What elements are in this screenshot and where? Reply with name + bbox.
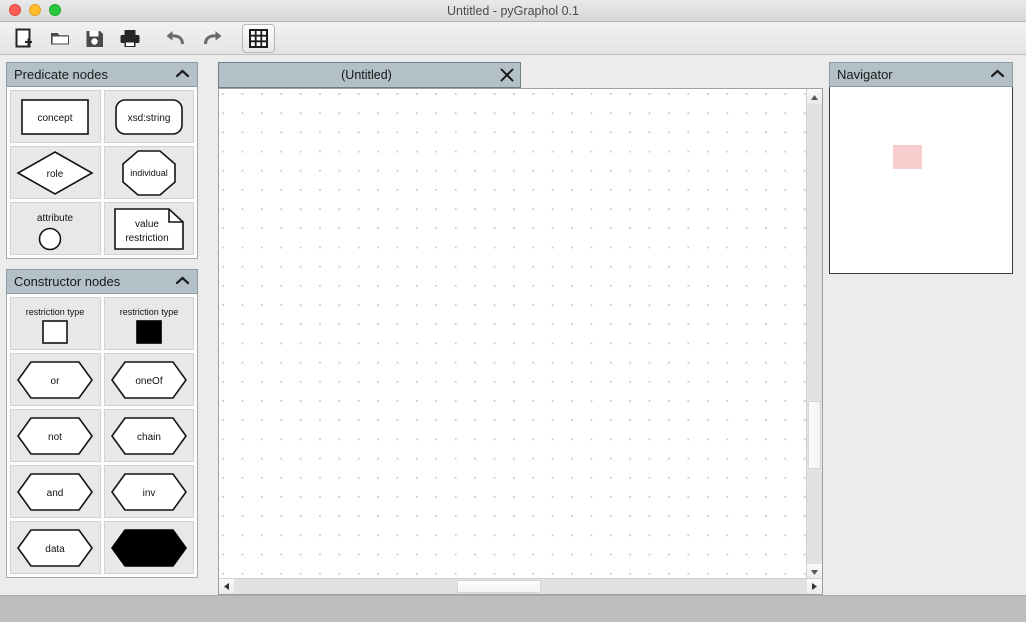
close-x-icon[interactable]	[496, 62, 518, 88]
node-label: data	[46, 544, 66, 555]
node-label: oneOf	[135, 376, 162, 387]
tab-untitled[interactable]: (Untitled)	[218, 62, 521, 88]
node-label: role	[47, 169, 64, 180]
undo-arrow-icon	[165, 29, 188, 48]
palette-node-not[interactable]: not	[10, 409, 101, 462]
save-floppy-icon	[84, 28, 105, 49]
palette-node-oneof[interactable]: oneOf	[103, 353, 194, 406]
tab-bar: (Untitled)	[218, 62, 823, 88]
status-bar	[0, 595, 1026, 622]
palette-node-attribute[interactable]: attribute	[10, 202, 101, 255]
save-button[interactable]	[78, 24, 111, 53]
horizontal-scroll-thumb[interactable]	[457, 580, 541, 593]
node-label: concept	[38, 113, 73, 124]
window-title: Untitled - pyGraphol 0.1	[446, 4, 579, 18]
panel-header-predicate-nodes[interactable]: Predicate nodes	[6, 62, 198, 87]
panel-title: Predicate nodes	[14, 67, 108, 82]
print-icon	[119, 28, 141, 49]
node-label: restriction type	[119, 307, 178, 317]
palette-node-xsd-string[interactable]: xsd:string	[103, 90, 194, 143]
triangle-up-icon	[810, 89, 819, 106]
node-label: and	[47, 488, 64, 499]
node-palette-sidebar[interactable]: Predicate nodes concept xsd:string role …	[6, 62, 198, 595]
diagram-canvas-container	[218, 88, 823, 595]
chevron-up-icon[interactable]	[175, 274, 190, 289]
diagram-canvas[interactable]	[219, 89, 807, 579]
scroll-right-button[interactable]	[807, 579, 822, 594]
undo-button[interactable]	[160, 24, 193, 53]
node-label: restriction type	[26, 307, 85, 317]
palette-node-data[interactable]: data	[10, 521, 101, 574]
node-label-line2: restriction	[125, 233, 168, 244]
print-button[interactable]	[113, 24, 146, 53]
node-label: chain	[137, 432, 161, 443]
navigator-minimap[interactable]	[829, 87, 1013, 274]
scroll-up-button[interactable]	[807, 89, 822, 104]
triangle-left-icon	[223, 578, 230, 595]
palette-node-inv[interactable]: inv	[103, 465, 194, 518]
canvas-horizontal-scrollbar[interactable]	[219, 578, 822, 594]
redo-arrow-icon	[200, 29, 223, 48]
palette-node-restriction-type-white[interactable]: restriction type	[10, 297, 101, 350]
application-window: Untitled - pyGraphol 0.1 Predicate nodes…	[0, 0, 1026, 622]
node-label: inv	[142, 488, 155, 499]
toggle-grid-button[interactable]	[242, 23, 275, 53]
palette-node-restriction-type-black[interactable]: restriction type	[103, 297, 194, 350]
redo-button[interactable]	[195, 24, 228, 53]
vertical-scroll-thumb[interactable]	[808, 401, 821, 469]
triangle-right-icon	[811, 578, 818, 595]
panel-title: Constructor nodes	[14, 274, 121, 289]
palette-node-concept[interactable]: concept	[10, 90, 101, 143]
open-folder-button[interactable]	[43, 24, 76, 53]
panel-body-constructor-nodes: restriction type restriction type or one…	[6, 294, 198, 578]
panel-navigator: Navigator	[829, 62, 1013, 274]
title-bar: Untitled - pyGraphol 0.1	[0, 0, 1026, 22]
palette-node-chain[interactable]: chain	[103, 409, 194, 462]
palette-node-and[interactable]: and	[10, 465, 101, 518]
toolbar	[0, 22, 1026, 55]
panel-constructor-nodes: Constructor nodes restriction type restr…	[6, 269, 198, 578]
palette-node-individual[interactable]: individual	[103, 146, 194, 199]
palette-node-filled-hexagon[interactable]	[103, 521, 194, 574]
grid-icon	[249, 28, 268, 48]
palette-node-value-restriction[interactable]: value restriction	[103, 202, 194, 255]
panel-body-predicate-nodes: concept xsd:string role individual attri…	[6, 87, 198, 259]
diagram-workspace: (Untitled)	[218, 62, 823, 595]
node-label: attribute	[37, 213, 74, 224]
palette-node-or[interactable]: or	[10, 353, 101, 406]
navigator-viewport-indicator[interactable]	[893, 145, 922, 169]
open-folder-icon	[49, 28, 71, 49]
chevron-up-icon[interactable]	[990, 67, 1005, 82]
scroll-left-button[interactable]	[219, 579, 234, 594]
panel-header-navigator[interactable]: Navigator	[829, 62, 1013, 87]
node-label-line1: value	[135, 219, 159, 230]
panel-title: Navigator	[837, 67, 893, 82]
palette-node-role[interactable]: role	[10, 146, 101, 199]
node-label: xsd:string	[127, 113, 170, 124]
panel-header-constructor-nodes[interactable]: Constructor nodes	[6, 269, 198, 294]
panel-predicate-nodes: Predicate nodes concept xsd:string role …	[6, 62, 198, 259]
canvas-vertical-scrollbar[interactable]	[806, 89, 822, 579]
tab-label: (Untitled)	[341, 68, 392, 82]
node-label: not	[48, 432, 62, 443]
vertical-scroll-track[interactable]	[807, 104, 822, 564]
node-label: individual	[130, 168, 168, 178]
new-document-icon	[14, 28, 35, 49]
new-document-button[interactable]	[8, 24, 41, 53]
node-label: or	[51, 376, 61, 387]
chevron-up-icon[interactable]	[175, 67, 190, 82]
